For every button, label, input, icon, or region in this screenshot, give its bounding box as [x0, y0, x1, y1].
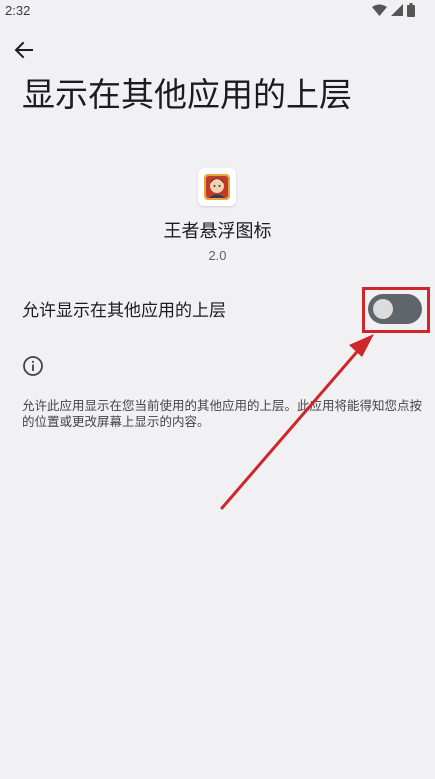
back-button[interactable]	[8, 36, 40, 64]
battery-icon	[407, 3, 415, 17]
info-description: 允许此应用显示在您当前使用的其他应用的上层。此应用将能得知您点按的位置或更改屏幕…	[22, 398, 423, 429]
wifi-icon	[372, 4, 387, 16]
app-icon	[198, 168, 236, 206]
status-icons	[372, 3, 415, 17]
app-name: 王者悬浮图标	[163, 221, 272, 242]
signal-icon	[391, 3, 403, 16]
status-bar: 2:32	[0, 0, 435, 22]
arrow-left-icon	[14, 41, 33, 59]
app-icon-image	[204, 174, 230, 200]
status-time: 2:32	[5, 3, 31, 18]
setting-label: 允许显示在其他应用的上层	[22, 301, 226, 321]
toggle-thumb	[373, 299, 393, 319]
overlay-permission-toggle[interactable]	[368, 294, 422, 324]
setting-row-overlay-permission[interactable]: 允许显示在其他应用的上层	[0, 286, 435, 336]
app-version: 2.0	[208, 248, 227, 263]
page-title: 显示在其他应用的上层	[22, 75, 352, 114]
info-icon	[23, 356, 43, 376]
permission-screen: 2:32 显示在其他应用的上层 王者悬浮图标 2.0 允许显示在其他应用的上层 …	[0, 0, 435, 779]
